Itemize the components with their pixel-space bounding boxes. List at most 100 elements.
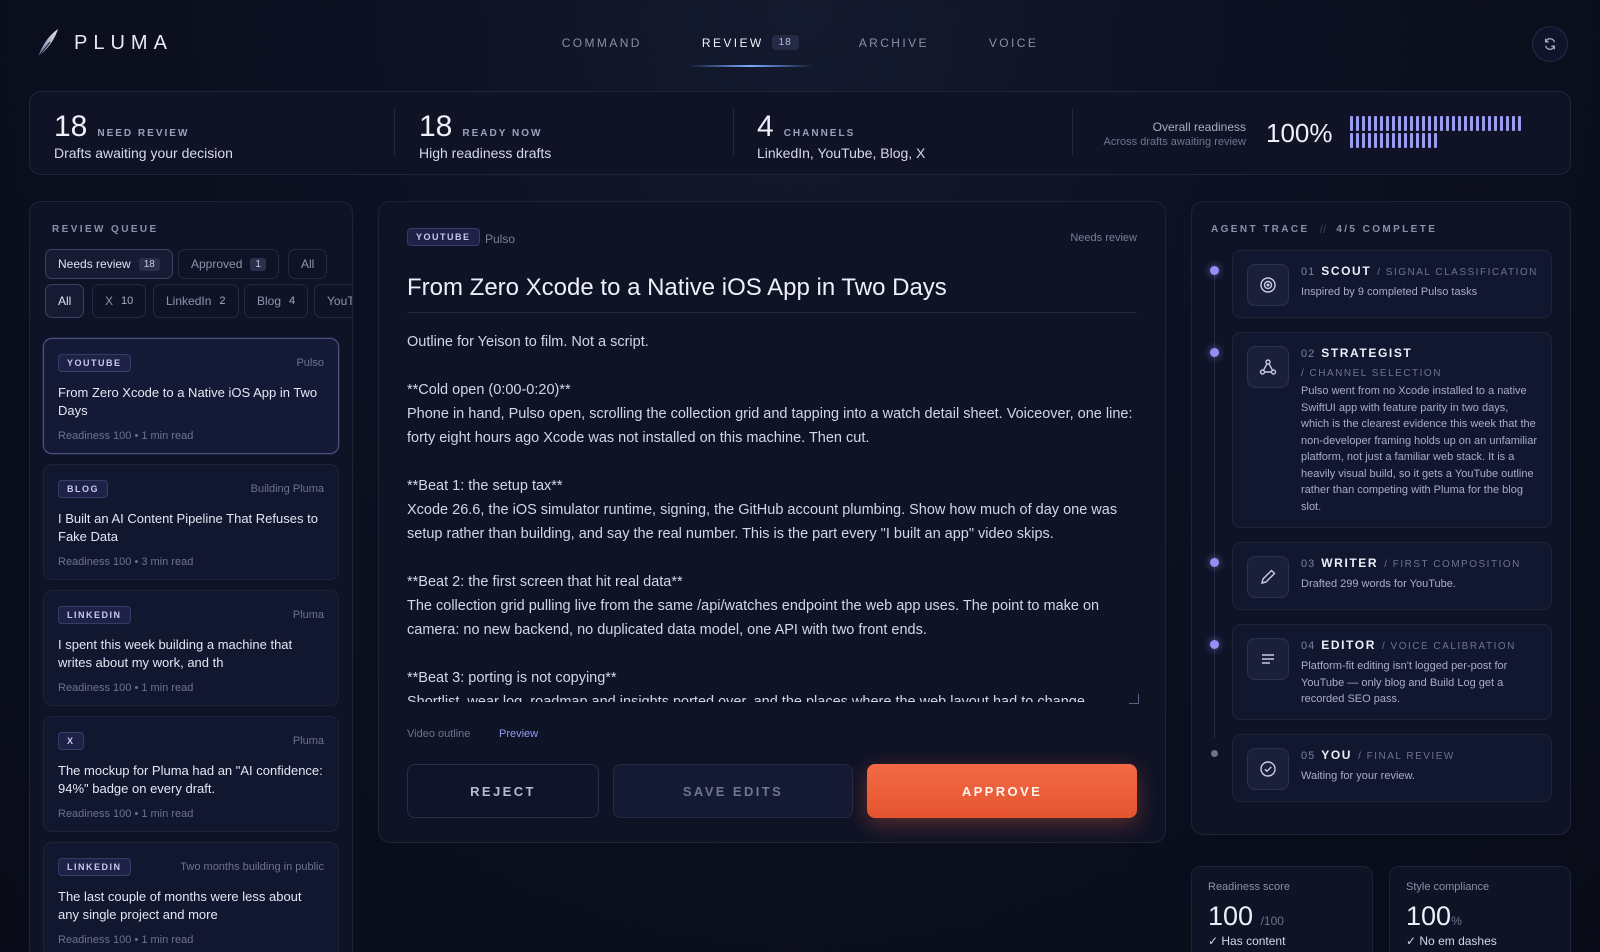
step-name: WRITER <box>1321 556 1379 570</box>
trace-step-editor: 04 EDITOR / VOICE CALIBRATION Platform-fit… <box>1232 624 1552 720</box>
approve-button[interactable]: APPROVE <box>867 764 1137 818</box>
queue-item[interactable]: BLOG Building Pluma I Built an AI Conten… <box>43 464 339 580</box>
filter-label: Approved <box>191 257 243 271</box>
style-compliance-card: Style compliance 100% ✓ No em dashes <box>1389 866 1571 952</box>
item-source: Pluma <box>292 609 324 621</box>
channel-filter-blog[interactable]: Blog 4 <box>244 284 309 318</box>
resize-handle[interactable] <box>1129 694 1139 704</box>
channel-filter-all[interactable]: All <box>45 284 85 318</box>
step-desc: Inspired by 9 completed Pulso tasks <box>1301 286 1478 298</box>
app-logo[interactable]: PLUMA <box>36 28 173 58</box>
stat-sub: Drafts awaiting your decision <box>54 145 233 161</box>
readiness-bar <box>1362 116 1365 131</box>
readiness-sub: Across drafts awaiting review <box>1103 136 1246 148</box>
stat-sub: LinkedIn, YouTube, Blog, X <box>757 145 926 161</box>
readiness-bar <box>1374 116 1377 131</box>
step-dot <box>1210 640 1219 649</box>
item-meta: Readiness 100 • 1 min read <box>58 934 194 946</box>
readiness-caption: Overall readiness Across drafts awaiting… <box>1104 120 1246 148</box>
nav-command[interactable]: COMMAND <box>562 30 642 55</box>
item-source: Pluma <box>292 735 324 747</box>
refresh-button[interactable] <box>1532 26 1568 62</box>
score-label: Readiness score <box>1208 881 1290 893</box>
draft-title-input[interactable]: From Zero Xcode to a Native iOS App in T… <box>407 274 1137 313</box>
filter-label: LinkedIn <box>166 294 212 308</box>
divider <box>1072 108 1073 156</box>
refresh-icon <box>1544 38 1556 50</box>
readiness-bar <box>1428 116 1431 131</box>
draft-source: Pulso <box>485 232 516 246</box>
channel-tag: BLOG <box>58 480 108 498</box>
nav-command-label: COMMAND <box>561 35 642 50</box>
readiness-bar <box>1398 133 1401 148</box>
item-title: The mockup for Pluma had an "AI confiden… <box>58 763 323 796</box>
feather-icon <box>37 29 58 58</box>
channel-tag: YOUTUBE <box>407 228 480 246</box>
queue-item[interactable]: YOUTUBE Pulso From Zero Xcode to a Nativ… <box>43 338 339 454</box>
preview-link[interactable]: Preview <box>499 728 538 740</box>
readiness-bar <box>1416 133 1419 148</box>
step-num: 02 <box>1301 348 1316 360</box>
section-label: AGENT TRACE <box>1211 223 1310 235</box>
network-icon <box>1247 346 1289 388</box>
step-num: 03 <box>1301 558 1316 570</box>
stat-need-review: 18 NEED REVIEW Drafts awaiting your decis… <box>54 110 233 161</box>
section-label: REVIEW QUEUE <box>52 224 159 235</box>
step-dot <box>1210 266 1219 275</box>
filter-all[interactable]: All <box>288 249 328 279</box>
filter-label: All <box>58 294 72 308</box>
nav-archive[interactable]: ARCHIVE <box>859 30 929 55</box>
stat-ready-now: 18 READY NOW High readiness drafts <box>419 110 551 161</box>
reject-button[interactable]: REJECT <box>407 764 599 818</box>
channel-filter-linkedin[interactable]: LinkedIn 2 <box>153 284 239 318</box>
step-dot <box>1210 558 1219 567</box>
step-role: / FIRST COMPOSITION <box>1384 559 1521 570</box>
save-edits-button[interactable]: SAVE EDITS <box>613 764 853 818</box>
readiness-bar <box>1368 116 1371 131</box>
queue-item[interactable]: LINKEDIN Pluma I spent this week buildin… <box>43 590 339 706</box>
nav-review[interactable]: REVIEW 18 <box>687 30 813 67</box>
filter-count: 10 <box>121 295 134 307</box>
score-unit: /100 <box>1260 914 1284 928</box>
channel-tag: LINKEDIN <box>58 606 131 624</box>
step-num: 04 <box>1301 640 1316 652</box>
readiness-bar <box>1410 116 1413 131</box>
channel-tag: YOUTUBE <box>58 354 131 372</box>
filter-needs-review[interactable]: Needs review 18 <box>45 249 173 279</box>
readiness-bar <box>1488 116 1491 131</box>
readiness-bar <box>1374 133 1377 148</box>
step-desc: Pulso went from no Xcode installed to a … <box>1301 385 1538 513</box>
filter-approved[interactable]: Approved 1 <box>178 249 279 279</box>
target-icon <box>1247 264 1289 306</box>
readiness-bar <box>1416 116 1419 131</box>
filter-count: 4 <box>289 295 296 307</box>
filter-count: 18 <box>138 257 160 271</box>
app-name: PLUMA <box>74 31 173 54</box>
draft-editor-panel: YOUTUBE Pulso Needs review From Zero Xco… <box>378 201 1166 843</box>
channel-tag: X <box>58 732 84 750</box>
step-role: / SIGNAL CLASSIFICATION <box>1377 267 1538 278</box>
step-dot <box>1210 348 1219 357</box>
readiness-bar <box>1386 116 1389 131</box>
readiness-bar <box>1500 116 1503 131</box>
agent-trace-panel: AGENT TRACE // 4/5 COMPLETE 01 SCOUT / SIG… <box>1191 201 1571 835</box>
divider <box>733 108 734 156</box>
stats-bar: 18 NEED REVIEW Drafts awaiting your decis… <box>29 91 1571 175</box>
channel-filter-youtube[interactable]: YouTube <box>314 284 352 318</box>
divider <box>394 108 395 156</box>
readiness-bar <box>1404 133 1407 148</box>
stat-value: 18 <box>419 110 453 143</box>
queue-item[interactable]: LINKEDIN Two months building in public T… <box>43 842 339 952</box>
trace-progress: 4/5 COMPLETE <box>1336 223 1438 235</box>
draft-body-textarea[interactable]: Outline for Yeison to film. Not a script… <box>407 330 1141 702</box>
channel-filter-x[interactable]: X 10 <box>92 284 147 318</box>
score-check: ✓ No em dashes <box>1406 934 1497 948</box>
readiness-bar <box>1392 116 1395 131</box>
score-value: 100 <box>1208 901 1254 931</box>
readiness-bar <box>1380 133 1383 148</box>
review-queue-panel: REVIEW QUEUE Needs review 18 Approved 1 Al… <box>29 201 353 952</box>
score-value: 100 <box>1406 901 1452 931</box>
queue-item[interactable]: X Pluma The mockup for Pluma had an "AI … <box>43 716 339 832</box>
nav-voice[interactable]: VOICE <box>989 30 1038 55</box>
readiness-bar <box>1476 116 1479 131</box>
